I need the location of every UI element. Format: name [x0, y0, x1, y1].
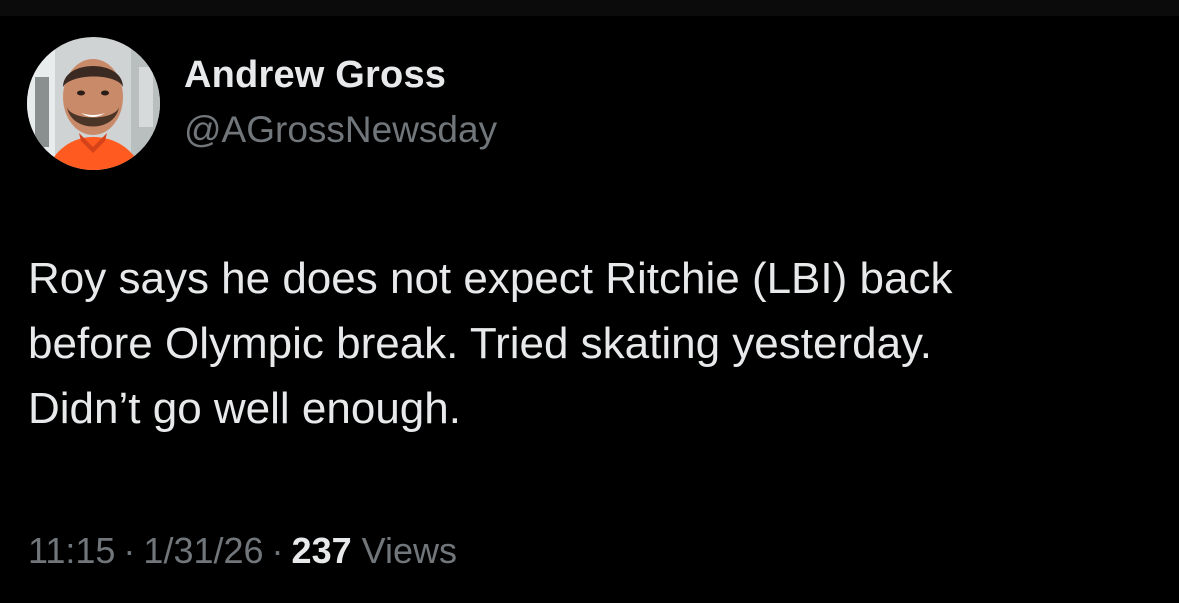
tweet-card: Andrew Gross @AGrossNewsday Roy says he … [0, 0, 1179, 603]
tweet-meta: 11:15 · 1/31/26 · 237 Views [28, 530, 457, 572]
tweet-text-line: Roy says he does not expect Ritchie (LBI… [28, 254, 953, 303]
author-name[interactable]: Andrew Gross [184, 54, 446, 97]
tweet-date[interactable]: 1/31/26 [143, 530, 263, 571]
meta-separator: · [271, 530, 284, 571]
tweet-text-line: Didn’t go well enough. [28, 384, 461, 433]
tweet-time[interactable]: 11:15 [28, 530, 115, 571]
tweet-text: Roy says he does not expect Ritchie (LBI… [28, 246, 1148, 441]
views-count: 237 [291, 530, 352, 571]
meta-separator: · [123, 530, 136, 571]
avatar[interactable] [27, 37, 160, 170]
author-handle[interactable]: @AGrossNewsday [184, 109, 497, 151]
views-label: Views [361, 530, 458, 571]
profile-photo-icon [27, 37, 160, 170]
tweet-text-line: before Olympic break. Tried skating yest… [28, 319, 933, 368]
